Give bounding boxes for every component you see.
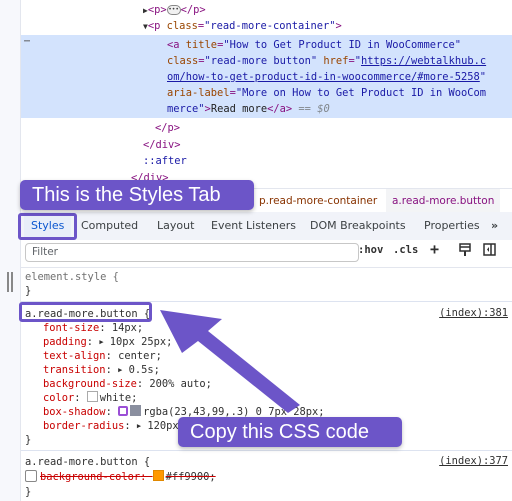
tag-text: <p	[147, 20, 167, 32]
attr-value: "How to Get Product ID in WooCommerce"	[223, 39, 462, 51]
dom-close-p[interactable]: </p>	[155, 120, 180, 136]
tab-layout[interactable]: Layout	[157, 212, 194, 240]
tab-properties[interactable]: Properties	[424, 212, 480, 240]
dom-node-p-collapsed[interactable]: ▶<p> ••• </p>	[143, 2, 206, 19]
cls-toggle[interactable]: .cls	[393, 244, 418, 256]
elements-dom-tree: ⋯ ▶<p> ••• </p> ▼<p class="read-more-conta…	[21, 0, 512, 188]
tab-computed[interactable]: Computed	[81, 212, 138, 240]
color-swatch-icon[interactable]	[130, 405, 142, 416]
tab-dom-breakpoints[interactable]: DOM Breakpoints	[310, 212, 406, 240]
new-style-rule-icon[interactable]: +	[430, 240, 439, 258]
attr-name: class	[167, 55, 199, 67]
color-swatch-icon[interactable]	[86, 391, 98, 402]
dom-pseudo-after[interactable]: ::after	[143, 153, 187, 169]
expand-arrow-icon[interactable]: ▶	[137, 422, 141, 430]
rule2-selector[interactable]: a.read-more.button {	[25, 455, 150, 469]
filter-input[interactable]: Filter	[25, 243, 359, 262]
node-text: Read more	[210, 103, 268, 115]
css-prop-color[interactable]: color: white;	[43, 391, 137, 405]
css-prop-transition[interactable]: transition: ▶ 0.5s;	[43, 363, 160, 377]
shadow-editor-icon[interactable]	[118, 406, 129, 416]
attr-name: aria-label	[167, 87, 230, 99]
dom-node-a-line5[interactable]: merce">Read more</a> == $0	[167, 101, 330, 117]
color-swatch-icon[interactable]	[152, 470, 164, 481]
ellipsis-icon[interactable]: •••	[166, 5, 181, 15]
attr-value: merce"	[167, 103, 205, 115]
attr-value: "read-more button"	[204, 55, 318, 67]
selected-node-marker: == $0	[298, 103, 330, 115]
copy-css-callout: Copy this CSS code	[178, 417, 402, 447]
styles-toolbar: Filter :hov .cls +	[21, 240, 512, 268]
styles-tab-callout: This is the Styles Tab	[20, 180, 254, 210]
dom-node-a-line4[interactable]: aria-label="More on How to Get Product I…	[167, 85, 486, 101]
left-gutter	[0, 0, 21, 501]
rule-close-brace: }	[25, 285, 32, 297]
breadcrumb-item-a[interactable]: a.read-more.button	[386, 189, 501, 213]
dom-node-a-line1[interactable]: <a title="How to Get Product ID in WooCo…	[167, 37, 461, 53]
rule-close-brace: }	[25, 486, 32, 498]
expand-arrow-icon[interactable]: ▶	[118, 366, 122, 374]
property-checkbox[interactable]	[25, 470, 37, 482]
hov-toggle[interactable]: :hov	[358, 244, 383, 256]
breadcrumb-item-p[interactable]: p.read-more-container	[259, 195, 377, 207]
tag-text: <a	[167, 39, 186, 51]
css-prop-border-radius[interactable]: border-radius: ▶ 120px;	[43, 419, 185, 433]
tab-event-listeners[interactable]: Event Listeners	[211, 212, 296, 240]
panel-resize-handle[interactable]	[7, 272, 13, 292]
expand-arrow-icon[interactable]: ▶	[99, 338, 103, 346]
paint-brush-icon[interactable]	[459, 243, 471, 260]
sidebar-tabs: Styles Computed Layout Event Listeners D…	[21, 212, 512, 241]
css-prop-text-align[interactable]: text-align: center;	[43, 349, 162, 363]
href-link[interactable]: https://webtalkhub.c	[361, 55, 486, 67]
styles-tab-highlight	[18, 213, 77, 240]
tag-text: </a>	[267, 103, 293, 115]
attr-name: href	[323, 55, 349, 67]
attr-name: title	[185, 39, 218, 51]
css-prop-font-size[interactable]: font-size: 14px;	[43, 321, 143, 335]
dom-node-a-line3[interactable]: om/how-to-get-product-id-in-woocommerce/…	[167, 69, 486, 85]
node-menu-icon[interactable]: ⋯	[24, 36, 30, 47]
selector-highlight	[19, 302, 152, 322]
tag-text: >	[335, 20, 342, 32]
css-prop-background-color-overridden[interactable]: background-color: #ff9900;	[25, 470, 216, 484]
toggle-sidebar-icon[interactable]	[483, 243, 496, 259]
divider	[21, 450, 512, 451]
tag-text: <p>	[147, 4, 167, 16]
attr-name: class	[166, 20, 198, 32]
rule-close-brace: }	[25, 434, 32, 446]
dom-close-div[interactable]: </div>	[143, 137, 181, 153]
dom-node-a-line2[interactable]: class="read-more button" href="https://w…	[167, 53, 486, 69]
href-link[interactable]: om/how-to-get-product-id-in-woocommerce/…	[167, 71, 480, 83]
dom-node-p-read-more-container[interactable]: ▼<p class="read-more-container">	[143, 18, 342, 35]
rule2-source-link[interactable]: (index):377	[439, 455, 508, 467]
attr-value: "More on How to Get Product ID in WooCom	[235, 87, 487, 99]
rule1-source-link[interactable]: (index):381	[439, 307, 508, 319]
attr-value: "read-more-container"	[204, 20, 336, 32]
element-style-selector[interactable]: element.style {	[25, 270, 119, 284]
more-tabs-icon[interactable]: »	[491, 212, 498, 240]
tag-text: </p>	[180, 4, 206, 16]
pointer-arrow-icon	[160, 310, 300, 413]
